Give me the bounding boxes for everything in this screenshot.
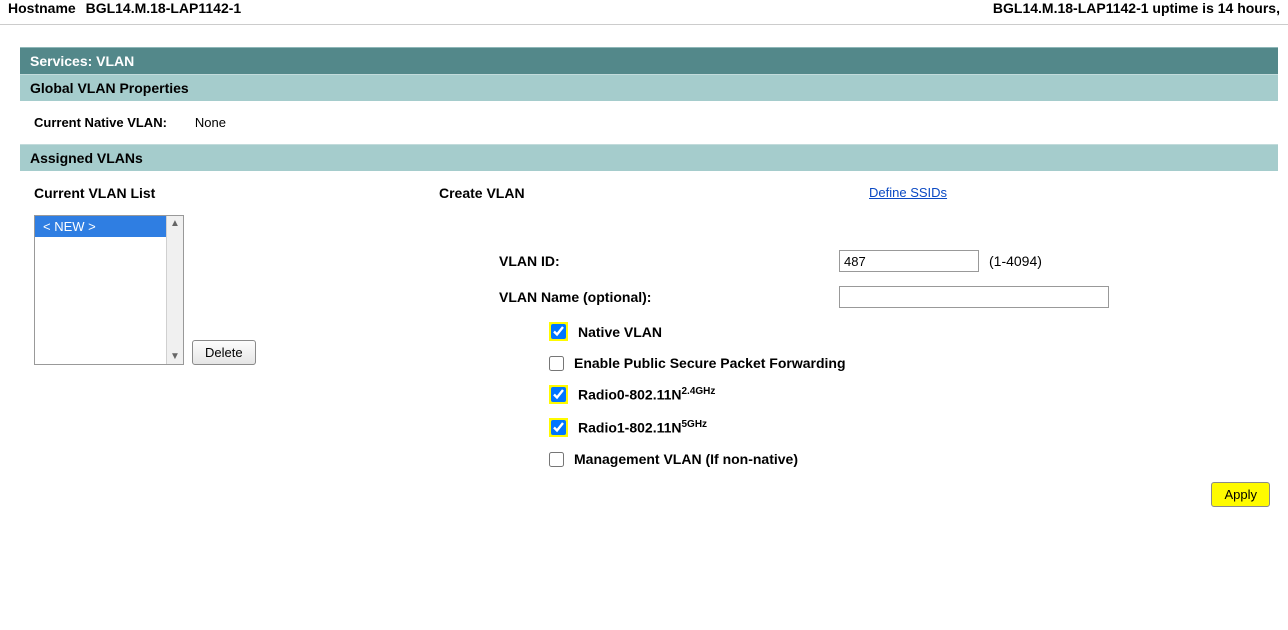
assigned-vlans-body: Current VLAN List < NEW > ▲ ▼ Delete Cre… xyxy=(20,171,1278,511)
top-info-row: Hostname BGL14.M.18-LAP1142-1 BGL14.M.18… xyxy=(0,0,1288,20)
list-item[interactable]: < NEW > xyxy=(35,216,166,237)
vlan-listbox[interactable]: < NEW > ▲ ▼ xyxy=(34,215,184,365)
radio1-sup: 5GHz xyxy=(682,419,708,430)
native-vlan-cb-label: Native VLAN xyxy=(578,324,662,340)
uptime-text: BGL14.M.18-LAP1142-1 uptime is 14 hours, xyxy=(993,0,1280,16)
native-vlan-checkbox[interactable] xyxy=(551,324,566,339)
scroll-down-icon[interactable]: ▼ xyxy=(170,349,180,364)
hostname-label: Hostname xyxy=(8,0,76,16)
header-services-vlan: Services: VLAN xyxy=(20,47,1278,74)
pspf-cb-label: Enable Public Secure Packet Forwarding xyxy=(574,355,846,371)
vlan-id-label: VLAN ID: xyxy=(469,253,839,269)
scroll-up-icon[interactable]: ▲ xyxy=(170,216,180,231)
global-props-body: Current Native VLAN: None xyxy=(20,101,1278,144)
native-vlan-label: Current Native VLAN: xyxy=(34,115,167,130)
mgmt-vlan-cb-label: Management VLAN (If non-native) xyxy=(574,451,798,467)
radio1-prefix: Radio1-802.11N xyxy=(578,420,682,436)
vlan-name-input[interactable] xyxy=(839,286,1109,308)
vlan-id-hint: (1-4094) xyxy=(989,253,1042,269)
radio1-cb-label: Radio1-802.11N5GHz xyxy=(578,419,707,436)
hostname-block: Hostname BGL14.M.18-LAP1142-1 xyxy=(8,0,241,16)
hostname-value: BGL14.M.18-LAP1142-1 xyxy=(86,0,242,16)
vlan-id-input[interactable] xyxy=(839,250,979,272)
mgmt-vlan-checkbox[interactable] xyxy=(549,452,564,467)
delete-button[interactable]: Delete xyxy=(192,340,256,365)
apply-button[interactable]: Apply xyxy=(1211,482,1270,507)
vlan-name-label: VLAN Name (optional): xyxy=(469,289,839,305)
radio0-prefix: Radio0-802.11N xyxy=(578,387,682,403)
radio0-checkbox[interactable] xyxy=(551,387,566,402)
radio0-cb-label: Radio0-802.11N2.4GHz xyxy=(578,386,715,403)
pspf-checkbox[interactable] xyxy=(549,356,564,371)
radio1-checkbox[interactable] xyxy=(551,420,566,435)
create-vlan-heading: Create VLAN xyxy=(439,185,869,201)
define-ssids-link[interactable]: Define SSIDs xyxy=(869,185,947,200)
header-assigned-vlans: Assigned VLANs xyxy=(20,144,1278,171)
header-global-props: Global VLAN Properties xyxy=(20,74,1278,101)
col-right: Define SSIDs VLAN ID: (1-4094) VLAN Name… xyxy=(869,185,1264,481)
col-left: Current VLAN List < NEW > ▲ ▼ Delete xyxy=(34,185,439,365)
scrollbar[interactable]: ▲ ▼ xyxy=(166,216,183,364)
col-mid: Create VLAN xyxy=(439,185,869,215)
vlan-list-heading: Current VLAN List xyxy=(34,185,439,201)
native-vlan-value: None xyxy=(195,115,226,130)
footer-buttons: Apply xyxy=(1211,482,1270,507)
radio0-sup: 2.4GHz xyxy=(682,386,716,397)
main-panel: Services: VLAN Global VLAN Properties Cu… xyxy=(20,47,1278,511)
divider xyxy=(0,24,1288,25)
